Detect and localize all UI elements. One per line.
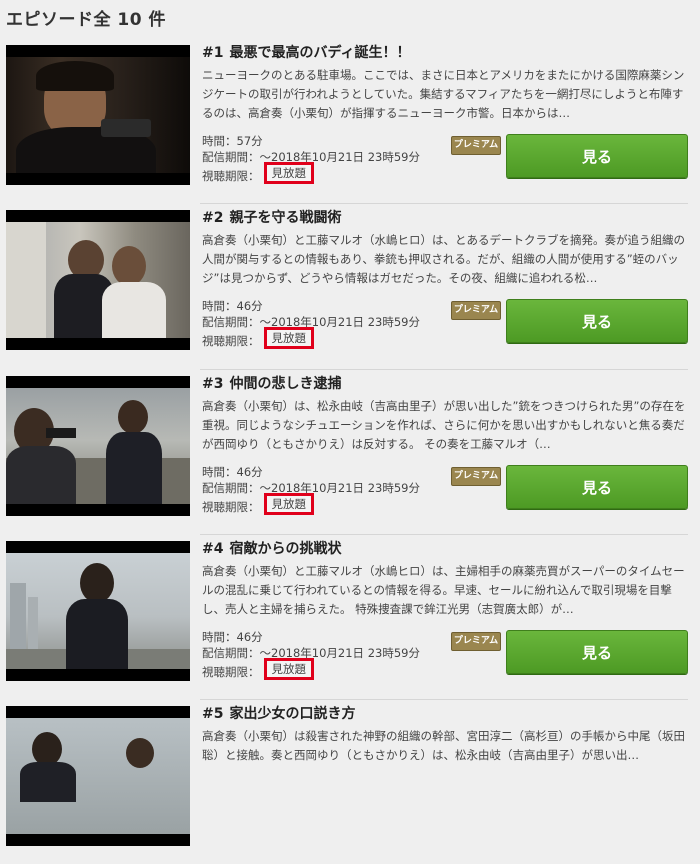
episode-item: #4 宿敵からの挑戦状 高倉奏（小栗旬）と工藤マルオ（水嶋ヒロ）は、主婦相手の麻薬… — [0, 534, 700, 699]
separator — [200, 203, 688, 204]
separator — [200, 534, 688, 535]
premium-badge: プレミアム — [451, 136, 501, 155]
episode-title[interactable]: #3 仲間の悲しき逮捕 — [202, 373, 341, 393]
episode-duration: 時間：46分 — [202, 299, 263, 313]
episode-title[interactable]: #1 最悪で最高のバディ誕生！！ — [202, 42, 411, 62]
episode-thumbnail[interactable] — [6, 210, 190, 350]
episode-duration: 時間：46分 — [202, 630, 263, 644]
unlimited-tag: 見放題 — [263, 162, 314, 184]
episode-title-text: 親子を守る戦闘術 — [229, 210, 342, 226]
limit-label: 視聴期限： — [202, 665, 260, 679]
episode-meta: 時間：46分 配信期間：～2018年10月21日 23時59分 視聴期限： 見放題 — [202, 464, 420, 515]
episode-limit: 視聴期限： 見放題 — [202, 327, 420, 349]
episode-number: #4 — [202, 541, 224, 557]
episode-title[interactable]: #4 宿敵からの挑戦状 — [202, 538, 341, 558]
episode-item: #3 仲間の悲しき逮捕 高倉奏（小栗旬）は、松永由岐（吉高由里子）が思い出した”銃… — [0, 369, 700, 534]
unlimited-tag: 見放題 — [263, 658, 314, 680]
episode-meta: 時間：57分 配信期間：～2018年10月21日 23時59分 視聴期限： 見放題 — [202, 133, 420, 184]
episode-title[interactable]: #2 親子を守る戦闘術 — [202, 207, 341, 227]
episode-title-text: 仲間の悲しき逮捕 — [229, 376, 342, 392]
watch-button[interactable]: 見る — [506, 134, 688, 178]
episode-title-text: 最悪で最高のバディ誕生！！ — [229, 45, 411, 61]
episode-meta: 時間：46分 配信期間：～2018年10月21日 23時59分 視聴期限： 見放題 — [202, 298, 420, 349]
episode-meta: 時間：46分 配信期間：～2018年10月21日 23時59分 視聴期限： 見放題 — [202, 629, 420, 680]
watch-button[interactable]: 見る — [506, 630, 688, 674]
episode-thumbnail[interactable] — [6, 706, 190, 846]
episode-title-text: 家出少女の口説き方 — [229, 706, 356, 722]
premium-badge: プレミアム — [451, 632, 501, 651]
episode-item: #2 親子を守る戦闘術 高倉奏（小栗旬）と工藤マルオ（水嶋ヒロ）は、とあるデートク… — [0, 203, 700, 368]
episode-number: #5 — [202, 706, 224, 722]
episode-limit: 視聴期限： 見放題 — [202, 162, 420, 184]
episode-thumbnail[interactable] — [6, 45, 190, 185]
episode-limit: 視聴期限： 見放題 — [202, 658, 420, 680]
episode-item: #5 家出少女の口説き方 高倉奏（小栗旬）は殺害された神野の組織の幹部、宮田淳二（… — [0, 699, 700, 864]
episode-number: #3 — [202, 376, 224, 392]
episode-number: #1 — [202, 45, 224, 61]
page-title: エピソード全 10 件 — [6, 10, 166, 30]
separator — [200, 699, 688, 700]
episode-title-text: 宿敵からの挑戦状 — [229, 541, 342, 557]
episode-duration: 時間：46分 — [202, 465, 263, 479]
unlimited-tag: 見放題 — [263, 327, 314, 349]
limit-label: 視聴期限： — [202, 169, 260, 183]
episode-description: 高倉奏（小栗旬）と工藤マルオ（水嶋ヒロ）は、とあるデートクラブを摘発。奏が追う組… — [202, 233, 685, 285]
watch-button[interactable]: 見る — [506, 299, 688, 343]
episode-number: #2 — [202, 210, 224, 226]
episode-title[interactable]: #5 家出少女の口説き方 — [202, 703, 355, 723]
episode-description: 高倉奏（小栗旬）と工藤マルオ（水嶋ヒロ）は、主婦相手の麻薬売買がスーパーのタイム… — [202, 564, 685, 616]
separator — [200, 369, 688, 370]
episode-description: ニューヨークのとある駐車場。ここでは、まさに日本とアメリカをまたにかける国際麻薬… — [202, 68, 685, 120]
premium-badge: プレミアム — [451, 301, 501, 320]
episode-limit: 視聴期限： 見放題 — [202, 493, 420, 515]
premium-badge: プレミアム — [451, 467, 501, 486]
episode-description: 高倉奏（小栗旬）は、松永由岐（吉高由里子）が思い出した”銃をつきつけられた男”の… — [202, 399, 686, 451]
limit-label: 視聴期限： — [202, 334, 260, 348]
limit-label: 視聴期限： — [202, 500, 260, 514]
episode-description: 高倉奏（小栗旬）は殺害された神野の組織の幹部、宮田淳二（高杉亘）の手帳から中尾（… — [202, 729, 685, 762]
watch-button[interactable]: 見る — [506, 465, 688, 509]
episode-item: #1 最悪で最高のバディ誕生！！ ニューヨークのとある駐車場。ここでは、まさに日本… — [0, 38, 700, 203]
episode-duration: 時間：57分 — [202, 134, 263, 148]
unlimited-tag: 見放題 — [263, 493, 314, 515]
episode-thumbnail[interactable] — [6, 376, 190, 516]
episode-thumbnail[interactable] — [6, 541, 190, 681]
